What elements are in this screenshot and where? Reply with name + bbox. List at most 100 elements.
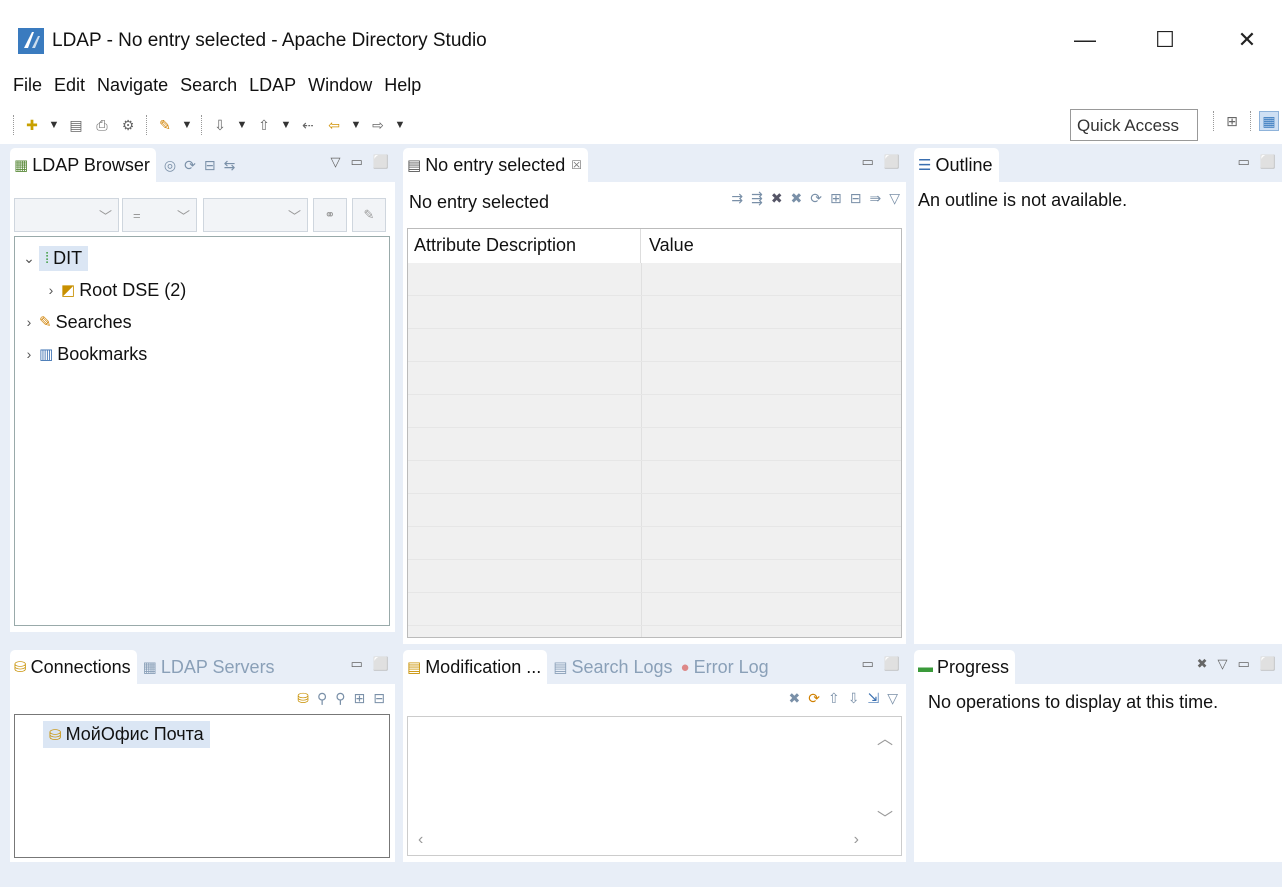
new-icon[interactable]: ✚ [22,115,42,135]
refresh-icon[interactable]: ⟳ [810,190,822,207]
up-icon[interactable]: ⇧ [828,690,840,707]
column-value[interactable]: Value [641,229,901,263]
column-attribute-description[interactable]: Attribute Description [408,229,641,263]
minimize-view-icon[interactable]: ▭ [862,154,874,170]
open-perspective-icon[interactable]: ⊞ [1222,111,1242,131]
open-connection-icon[interactable]: ⚲ [317,690,327,707]
expand-all-icon[interactable]: ⊞ [830,190,842,207]
view-menu-icon[interactable]: ▽ [1218,656,1228,672]
chevron-right-icon[interactable]: › [19,346,39,362]
scroll-down-icon[interactable]: ﹀ [877,805,893,829]
next-annotation-icon[interactable]: ⇩ [210,115,230,135]
close-tab-icon[interactable]: ☒ [571,158,582,172]
collapse-all-icon[interactable]: ⊟ [850,190,862,207]
next-annotation-dropdown-icon[interactable]: ▼ [236,115,248,135]
quick-access-field[interactable]: Quick Access [1070,109,1198,141]
view-menu-icon[interactable]: ▽ [889,190,900,207]
chevron-right-icon[interactable]: › [41,282,61,298]
menu-edit[interactable]: Edit [49,75,90,96]
chevron-right-icon[interactable]: › [19,314,39,330]
minimize-view-icon[interactable]: ▭ [862,656,874,672]
scroll-left-icon[interactable]: ‹ [418,831,423,849]
back-icon[interactable]: ⇦ [324,115,344,135]
menu-navigate[interactable]: Navigate [92,75,173,96]
minimize-button[interactable]: — [1062,20,1108,60]
tree-item-dit[interactable]: ⌄ ⁞ DIT [19,243,89,273]
export-icon[interactable]: ⇲ [867,690,879,707]
collapse-all-icon[interactable]: ⊟ [204,157,216,174]
tab-connections[interactable]: ⛁ Connections [10,650,137,684]
back-dropdown-icon[interactable]: ▼ [350,115,362,135]
close-connection-icon[interactable]: ⚲ [335,690,345,707]
expand-icon[interactable]: ⇉ [731,190,743,207]
delete-icon[interactable]: ✖ [771,190,783,207]
attribute-filter-select[interactable]: ﹀ [14,198,119,232]
minimize-view-icon[interactable]: ▭ [351,154,363,170]
save-icon[interactable]: ▤ [66,115,86,135]
maximize-view-icon[interactable]: ⬜ [884,154,900,170]
list-item[interactable]: ⛁ МойОфис Почта [43,721,210,748]
forward-icon[interactable]: ⇨ [368,115,388,135]
expand-all-icon[interactable]: ⊞ [354,690,366,707]
down-icon[interactable]: ⇩ [848,690,860,707]
log-text-area[interactable]: ︿ ﹀ ‹ › [407,716,902,856]
maximize-view-icon[interactable]: ⬜ [373,656,389,672]
forward-dropdown-icon[interactable]: ▼ [394,115,406,135]
chevron-down-icon[interactable]: ⌄ [19,250,39,267]
tab-modification-logs[interactable]: ▤ Modification ... [403,650,548,684]
new-connection-icon[interactable]: ⛁ [297,690,309,707]
last-edit-icon[interactable]: ⇠ [298,115,318,135]
link-with-editor-icon[interactable]: ◎ [164,157,176,174]
show-operational-icon[interactable]: ⇛ [869,190,881,207]
menu-search[interactable]: Search [175,75,242,96]
print-icon[interactable]: ⎙ [92,115,112,135]
collapse-all-icon[interactable]: ⊟ [373,690,385,707]
prev-annotation-icon[interactable]: ⇧ [254,115,274,135]
maximize-view-icon[interactable]: ⬜ [1260,154,1276,170]
close-button[interactable]: ✕ [1224,20,1270,60]
tree-item-root-dse[interactable]: › ◩ Root DSE (2) [41,275,187,305]
minimize-view-icon[interactable]: ▭ [351,656,363,672]
maximize-view-icon[interactable]: ⬜ [884,656,900,672]
remove-all-icon[interactable]: ✖ [1197,656,1208,672]
menu-window[interactable]: Window [303,75,377,96]
prev-annotation-dropdown-icon[interactable]: ▼ [280,115,292,135]
tab-search-logs[interactable]: ▤ Search Logs [547,650,678,684]
search-wand-icon[interactable]: ✎ [155,115,175,135]
searches-icon: ✎ [39,314,52,331]
minimize-view-icon[interactable]: ▭ [1238,154,1250,170]
tab-ldap-browser[interactable]: ▦ LDAP Browser [10,148,156,182]
operator-filter-select[interactable]: = ﹀ [122,198,197,232]
tab-progress[interactable]: ▬ Progress [914,650,1016,684]
link-icon[interactable]: ⇆ [224,157,236,174]
view-menu-icon[interactable]: ▽ [887,690,898,707]
menu-help[interactable]: Help [379,75,426,96]
maximize-view-icon[interactable]: ⬜ [373,154,389,170]
tab-error-log[interactable]: ● Error Log [679,650,775,684]
clear-filter-button[interactable]: ✎ [352,198,386,232]
search-dropdown-icon[interactable]: ▼ [181,115,193,135]
scroll-right-icon[interactable]: › [854,831,859,849]
apply-filter-button[interactable]: ⚭ [313,198,347,232]
settings-icon[interactable]: ⚙ [118,115,138,135]
scroll-up-icon[interactable]: ︿ [877,725,893,749]
menu-ldap[interactable]: LDAP [244,75,301,96]
tree-item-searches[interactable]: › ✎ Searches [19,307,132,337]
new-dropdown-icon[interactable]: ▼ [48,115,60,135]
value-filter-select[interactable]: ﹀ [203,198,308,232]
tab-outline[interactable]: ☰ Outline [914,148,999,182]
tree-item-bookmarks[interactable]: › ▥ Bookmarks [19,339,148,369]
menu-file[interactable]: File [8,75,47,96]
refresh-icon[interactable]: ⟳ [808,690,820,707]
ldap-perspective-icon[interactable]: ▦ [1259,111,1279,131]
view-menu-icon[interactable]: ▽ [331,154,341,170]
clear-log-icon[interactable]: ✖ [789,690,801,707]
tab-ldap-servers[interactable]: ▦ LDAP Servers [137,650,281,684]
minimize-view-icon[interactable]: ▭ [1238,656,1250,672]
maximize-view-icon[interactable]: ⬜ [1260,656,1276,672]
collapse-icon[interactable]: ⇶ [751,190,763,207]
tab-entry-editor[interactable]: ▤ No entry selected ☒ [403,148,589,182]
refresh-icon[interactable]: ⟳ [184,157,196,174]
maximize-button[interactable]: ☐ [1142,20,1188,60]
delete-all-icon[interactable]: ✖ [791,190,803,207]
